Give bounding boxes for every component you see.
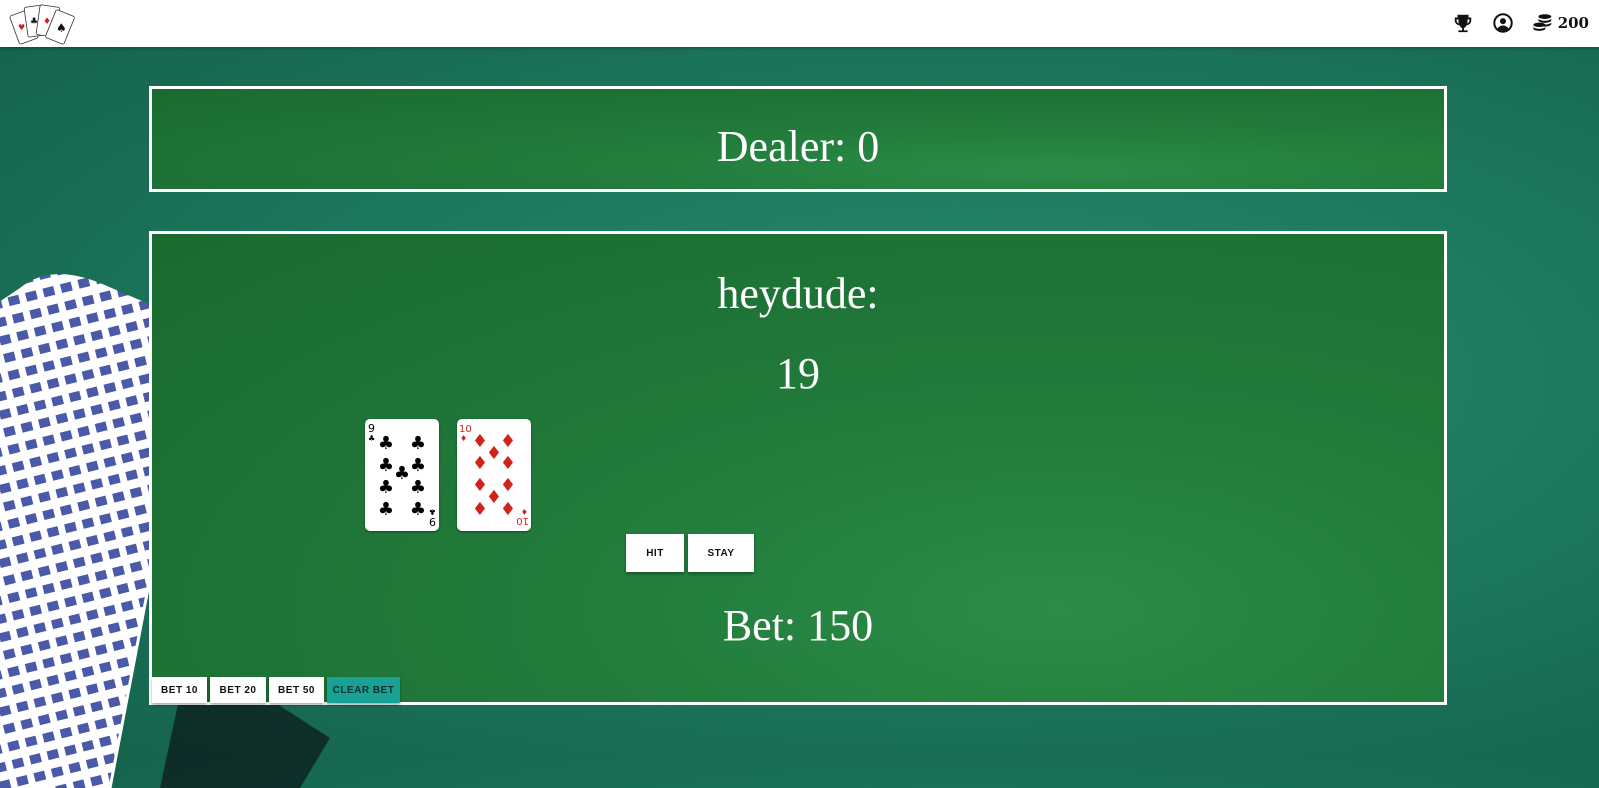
bet-10-button[interactable]: BET 10	[152, 677, 207, 703]
svg-text:♦: ♦	[521, 507, 528, 516]
player-panel: heydude: 19 9 ♣ ♣ ♣ ♣ ♣ ♣ ♣ ♣ ♣ ♣ 9 ♣ 10 ♦ ♦…	[149, 231, 1447, 705]
coin-count: 200	[1557, 14, 1589, 32]
coins-icon	[1532, 12, 1554, 34]
trophy-icon[interactable]	[1452, 12, 1474, 34]
clubs-card-face: 9 ♣ ♣ ♣ ♣ ♣ ♣ ♣ ♣ ♣ ♣ 9 ♣	[368, 422, 436, 528]
svg-text:♦: ♦	[500, 475, 516, 496]
coin-balance: 200	[1532, 12, 1589, 34]
svg-text:♦: ♦	[500, 431, 516, 452]
svg-text:♦: ♦	[500, 499, 516, 520]
bet-50-button[interactable]: BET 50	[269, 677, 324, 703]
svg-text:♣: ♣	[410, 477, 426, 498]
playing-card-nine-of-clubs: 9 ♣ ♣ ♣ ♣ ♣ ♣ ♣ ♣ ♣ ♣ 9 ♣	[365, 419, 439, 531]
player-score: 19	[776, 349, 820, 398]
svg-text:♥: ♥	[18, 23, 25, 32]
stay-button[interactable]: STAY	[688, 534, 754, 572]
svg-text:♣: ♣	[30, 17, 38, 27]
svg-text:♣: ♣	[410, 433, 426, 454]
current-bet: Bet: 150	[722, 601, 874, 650]
svg-text:♦: ♦	[472, 453, 488, 474]
svg-text:♣: ♣	[378, 455, 394, 476]
dealer-score: Dealer: 0	[716, 122, 880, 171]
playing-card-ten-of-diamonds: 10 ♦ ♦ ♦ ♦ ♦ ♦ ♦ ♦ ♦ ♦ ♦ 10 ♦	[457, 419, 531, 531]
bet-20-button[interactable]: BET 20	[210, 677, 266, 703]
dealer-panel: Dealer: 0	[149, 86, 1447, 192]
playing-cards-logo[interactable]: ♥ ♣ ♦ ♠	[8, 2, 90, 52]
svg-text:♦: ♦	[500, 453, 516, 474]
svg-text:♣: ♣	[368, 434, 375, 443]
navbar-actions: 200	[1452, 12, 1589, 34]
svg-text:♠: ♠	[56, 21, 67, 35]
top-navbar: ♥ ♣ ♦ ♠ 200	[0, 0, 1599, 47]
svg-text:♦: ♦	[460, 434, 467, 443]
user-circle-icon[interactable]	[1492, 12, 1514, 34]
svg-text:♣: ♣	[410, 455, 426, 476]
svg-text:♦: ♦	[43, 17, 51, 27]
svg-text:♣: ♣	[378, 477, 394, 498]
svg-text:♣: ♣	[410, 499, 426, 520]
diamonds-card-face: 10 ♦ ♦ ♦ ♦ ♦ ♦ ♦ ♦ ♦ ♦ ♦ 10 ♦	[459, 424, 529, 526]
svg-text:♣: ♣	[429, 507, 436, 516]
svg-text:♣: ♣	[378, 499, 394, 520]
svg-text:♣: ♣	[378, 433, 394, 454]
player-name: heydude:	[717, 269, 879, 318]
hit-button[interactable]: HIT	[626, 534, 684, 572]
svg-text:♣: ♣	[394, 463, 410, 484]
clear-bet-button[interactable]: CLEAR BET	[327, 677, 400, 703]
svg-text:♦: ♦	[472, 499, 488, 520]
